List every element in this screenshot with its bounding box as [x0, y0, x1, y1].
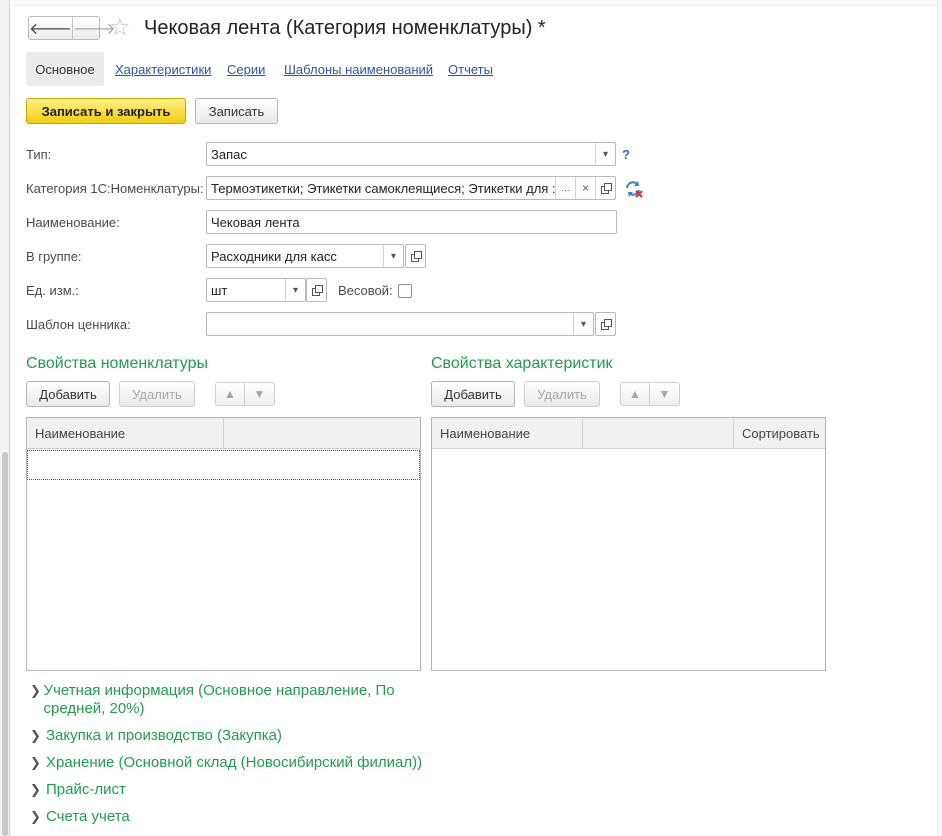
chevron-right-icon: ❯ [30, 683, 41, 698]
navigation-buttons: 🡐 🡒 [28, 16, 116, 40]
name-label: Наименование: [26, 215, 120, 230]
refresh-cancel-icon[interactable] [624, 179, 644, 199]
save-and-close-button[interactable]: Записать и закрыть [26, 98, 186, 124]
characteristic-properties-table[interactable]: Наименование Сортировать [431, 417, 826, 671]
table-header: Наименование Сортировать [432, 418, 825, 449]
arrow-up-icon: ▲ [629, 387, 641, 401]
group-price-list[interactable]: ❯ Прайс-лист [30, 781, 530, 799]
select-button[interactable]: ... [555, 177, 575, 199]
name-value: Чековая лента [211, 214, 300, 230]
column-header-extra[interactable] [583, 418, 734, 448]
column-header-sort[interactable]: Сортировать [734, 418, 825, 448]
unit-open-button[interactable] [306, 278, 327, 302]
nomenclature-properties-table[interactable]: Наименование [26, 417, 421, 671]
open-icon [410, 251, 422, 262]
chevron-right-icon: ❯ [30, 782, 41, 797]
group-label: Прайс-лист [46, 781, 126, 798]
chevron-down-icon[interactable]: ▾ [285, 279, 305, 301]
save-button[interactable]: Записать [195, 98, 278, 124]
window-top-edge [10, 0, 942, 6]
move-down-button[interactable]: ▼ [650, 382, 680, 406]
chevron-right-icon: ❯ [30, 809, 41, 824]
type-value: Запас [211, 146, 247, 162]
weight-checkbox[interactable] [398, 284, 412, 298]
arrow-down-icon: ▼ [658, 387, 671, 401]
group-purchase-production[interactable]: ❯ Закупка и производство (Закупка) [30, 727, 530, 745]
arrow-down-icon: ▼ [253, 387, 266, 401]
column-header-name[interactable]: Наименование [27, 418, 224, 448]
group-value: Расходники для касс [211, 248, 337, 264]
group-label: Хранение (Основной склад (Новосибирский … [46, 754, 423, 771]
group-open-button[interactable] [405, 244, 426, 268]
unit-value: шт [211, 282, 228, 298]
column-header-name[interactable]: Наименование [432, 418, 583, 448]
table-row[interactable] [27, 450, 420, 480]
price-tag-select[interactable]: ▾ [206, 312, 594, 336]
help-icon[interactable]: ? [622, 147, 630, 162]
delete-characteristic-property-button[interactable]: Удалить [524, 381, 600, 407]
back-button[interactable]: 🡐 [29, 17, 73, 39]
group-select[interactable]: Расходники для касс ▾ [206, 244, 404, 268]
arrow-left-icon: 🡐 [29, 20, 72, 38]
group-accounting-info[interactable]: ❯ Учетная информация (Основное направлен… [30, 682, 430, 718]
page-title: Чековая лента (Категория номенклатуры) * [144, 17, 546, 39]
group-label: Счета учета [46, 808, 130, 825]
group-storage[interactable]: ❯ Хранение (Основной склад (Новосибирски… [30, 754, 530, 772]
table-header: Наименование [27, 418, 420, 449]
window-right-edge [937, 0, 942, 836]
unit-label: Ед. изм.: [26, 283, 79, 298]
column-header-extra[interactable] [224, 418, 420, 448]
delete-nomenclature-property-button[interactable]: Удалить [119, 381, 195, 407]
add-nomenclature-property-button[interactable]: Добавить [26, 381, 110, 407]
left-scrollbar[interactable] [2, 452, 8, 836]
group-accounts[interactable]: ❯ Счета учета [30, 808, 530, 826]
chevron-right-icon: ❯ [30, 728, 41, 743]
open-button[interactable] [595, 177, 615, 199]
chevron-down-icon[interactable]: ▾ [383, 245, 403, 267]
add-characteristic-property-button[interactable]: Добавить [431, 381, 515, 407]
chevron-down-icon[interactable]: ▾ [595, 143, 615, 165]
open-icon [600, 183, 612, 194]
type-label: Тип: [26, 147, 52, 162]
group-label: В группе: [26, 249, 82, 264]
tab-series[interactable]: Серии [227, 62, 265, 77]
star-icon[interactable]: ☆ [109, 14, 131, 42]
group-label: Закупка и производство (Закупка) [46, 727, 282, 744]
move-down-button[interactable]: ▼ [245, 382, 275, 406]
characteristic-properties-title: Свойства характеристик [431, 355, 613, 372]
weight-label: Весовой: [338, 283, 393, 298]
tab-main[interactable]: Основное [26, 52, 104, 86]
move-up-button[interactable]: ▲ [620, 382, 650, 406]
tab-reports[interactable]: Отчеты [448, 62, 493, 77]
nomenclature-properties-title: Свойства номенклатуры [26, 355, 208, 372]
open-icon [600, 319, 612, 330]
price-tag-value [207, 313, 573, 335]
tab-name-templates[interactable]: Шаблоны наименований [284, 62, 433, 77]
category-label: Категория 1С:Номенклатуры: [26, 181, 204, 196]
clear-icon[interactable]: × [575, 177, 595, 199]
chevron-down-icon[interactable]: ▾ [573, 313, 593, 335]
category-field[interactable]: Термоэтикетки; Этикетки самоклеящиеся; Э… [206, 176, 616, 200]
category-value: Термоэтикетки; Этикетки самоклеящиеся; Э… [211, 180, 555, 196]
price-tag-label: Шаблон ценника: [26, 317, 131, 332]
arrow-up-icon: ▲ [224, 387, 236, 401]
name-input[interactable]: Чековая лента [206, 210, 617, 234]
chevron-right-icon: ❯ [30, 755, 41, 770]
open-icon [311, 285, 323, 296]
tab-characteristics[interactable]: Характеристики [115, 62, 211, 77]
type-select[interactable]: Запас ▾ [206, 142, 616, 166]
move-up-button[interactable]: ▲ [215, 382, 245, 406]
group-label: Учетная информация (Основное направление… [43, 682, 395, 717]
unit-select[interactable]: шт ▾ [206, 278, 306, 302]
price-tag-open-button[interactable] [595, 312, 616, 336]
